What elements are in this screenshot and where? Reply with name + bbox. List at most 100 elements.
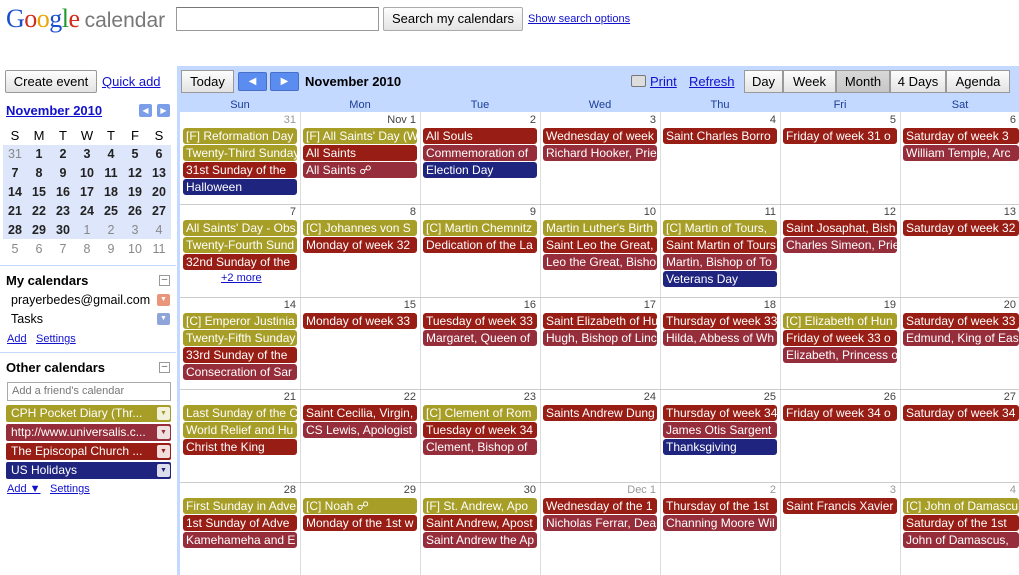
- day-number[interactable]: 18: [660, 299, 776, 311]
- calendar-event[interactable]: Saturday of week 32: [903, 220, 1019, 236]
- other-calendars-settings-link[interactable]: Settings: [50, 483, 90, 495]
- day-number[interactable]: 3: [780, 484, 896, 496]
- mini-calendar-day[interactable]: 13: [147, 163, 171, 183]
- calendar-event[interactable]: Saints Andrew Dung: [543, 405, 657, 421]
- my-calendars-collapse-icon[interactable]: –: [159, 275, 170, 286]
- other-calendar-item-us-holidays[interactable]: US Holidays ▼: [6, 462, 171, 479]
- calendar-event[interactable]: 33rd Sunday of the: [183, 347, 297, 363]
- mini-calendar-day[interactable]: 8: [27, 163, 51, 183]
- day-number[interactable]: 24: [540, 391, 656, 403]
- day-number[interactable]: 15: [300, 299, 416, 311]
- show-search-options-link[interactable]: Show search options: [528, 13, 630, 25]
- calendar-event[interactable]: Clement, Bishop of: [423, 439, 537, 455]
- refresh-link[interactable]: Refresh: [689, 74, 735, 89]
- mini-calendar-day[interactable]: 3: [75, 144, 99, 164]
- create-event-button[interactable]: Create event: [5, 70, 97, 93]
- day-number[interactable]: 29: [300, 484, 416, 496]
- mini-calendar-day[interactable]: 5: [3, 239, 27, 258]
- day-number[interactable]: 17: [540, 299, 656, 311]
- calendar-event[interactable]: Saturday of week 34: [903, 405, 1019, 421]
- calendar-event[interactable]: Thursday of week 34: [663, 405, 777, 421]
- day-number[interactable]: 21: [180, 391, 296, 403]
- mini-calendar-day[interactable]: 11: [147, 239, 171, 258]
- mini-calendar-day[interactable]: 14: [3, 182, 27, 202]
- calendar-event[interactable]: Martin, Bishop of To: [663, 254, 777, 270]
- today-button[interactable]: Today: [181, 70, 234, 93]
- mini-calendar-day[interactable]: 30: [51, 220, 75, 240]
- day-number[interactable]: 4: [660, 114, 776, 126]
- day-number[interactable]: Dec 1: [540, 484, 656, 496]
- day-number[interactable]: 26: [780, 391, 896, 403]
- calendar-options-dropdown-icon[interactable]: ▼: [157, 464, 170, 477]
- day-number[interactable]: 20: [900, 299, 1016, 311]
- calendar-event[interactable]: Commemoration of: [423, 145, 537, 161]
- calendar-event[interactable]: Veterans Day: [663, 271, 777, 287]
- mini-calendar-day[interactable]: 31: [3, 144, 27, 164]
- calendar-event[interactable]: John of Damascus,: [903, 532, 1019, 548]
- day-number[interactable]: 27: [900, 391, 1016, 403]
- day-number[interactable]: 2: [660, 484, 776, 496]
- mini-calendar-day[interactable]: 15: [27, 182, 51, 202]
- mini-calendar-day[interactable]: 24: [75, 201, 99, 221]
- more-events-link[interactable]: +2 more: [221, 272, 262, 284]
- calendar-event[interactable]: All Saints' Day - Obs: [183, 220, 297, 236]
- calendar-event[interactable]: [F] St. Andrew, Apo: [423, 498, 537, 514]
- mini-calendar-day[interactable]: 21: [3, 201, 27, 221]
- calendar-event[interactable]: [C] Emperor Justinia: [183, 313, 297, 329]
- calendar-event[interactable]: Margaret, Queen of: [423, 330, 537, 346]
- day-number[interactable]: 6: [900, 114, 1016, 126]
- calendar-event[interactable]: 1st Sunday of Adve: [183, 515, 297, 531]
- calendar-event[interactable]: Dedication of the La: [423, 237, 537, 253]
- day-number[interactable]: 9: [420, 206, 536, 218]
- view-week-button[interactable]: Week: [783, 70, 836, 93]
- view-month-button[interactable]: Month: [836, 70, 890, 93]
- mini-calendar-day[interactable]: 7: [3, 163, 27, 183]
- my-calendars-settings-link[interactable]: Settings: [36, 333, 76, 345]
- quick-add-link[interactable]: Quick add: [102, 74, 161, 89]
- mini-calendar-day[interactable]: 12: [123, 163, 147, 183]
- day-number[interactable]: 23: [420, 391, 536, 403]
- mini-calendar-month-title[interactable]: November 2010: [6, 103, 102, 118]
- calendar-event[interactable]: Monday of the 1st w: [303, 515, 417, 531]
- mini-calendar-day[interactable]: 11: [99, 163, 123, 183]
- print-link[interactable]: Print: [650, 74, 677, 89]
- mini-calendar-day[interactable]: 10: [123, 239, 147, 258]
- day-number[interactable]: 22: [300, 391, 416, 403]
- calendar-event[interactable]: Saint Andrew, Apost: [423, 515, 537, 531]
- day-number[interactable]: 10: [540, 206, 656, 218]
- search-my-calendars-button[interactable]: Search my calendars: [383, 7, 523, 31]
- calendar-event[interactable]: [F] All Saints' Day (W: [303, 128, 417, 144]
- mini-calendar-day[interactable]: 4: [147, 220, 171, 240]
- mini-calendar-day[interactable]: 27: [147, 201, 171, 221]
- calendar-event[interactable]: Saint Josaphat, Bish: [783, 220, 897, 236]
- other-calendars-collapse-icon[interactable]: –: [159, 362, 170, 373]
- calendar-event[interactable]: Elizabeth, Princess o: [783, 347, 897, 363]
- calendar-event[interactable]: Tuesday of week 34: [423, 422, 537, 438]
- mini-calendar-day[interactable]: 10: [75, 163, 99, 183]
- calendar-event[interactable]: [C] Johannes von S: [303, 220, 417, 236]
- mini-calendar-day[interactable]: 3: [123, 220, 147, 240]
- mini-calendar-day[interactable]: 29: [27, 220, 51, 240]
- calendar-event[interactable]: [C] John of Damascu: [903, 498, 1019, 514]
- mini-next-month-icon[interactable]: ▶: [157, 104, 170, 117]
- calendar-event[interactable]: Saint Leo the Great,: [543, 237, 657, 253]
- other-calendar-item-cph[interactable]: CPH Pocket Diary (Thr... ▼: [6, 405, 171, 422]
- other-calendars-title[interactable]: Other calendars: [6, 360, 105, 375]
- calendar-event[interactable]: World Relief and Hu: [183, 422, 297, 438]
- day-number[interactable]: 31: [180, 114, 296, 126]
- calendar-event[interactable]: Christ the King: [183, 439, 297, 455]
- mini-calendar-day[interactable]: 1: [75, 220, 99, 240]
- mini-calendar-day[interactable]: 28: [3, 220, 27, 240]
- day-number[interactable]: 16: [420, 299, 536, 311]
- calendar-event[interactable]: James Otis Sargent: [663, 422, 777, 438]
- mini-calendar-day[interactable]: 9: [99, 239, 123, 258]
- calendar-event[interactable]: [C] Clement of Rom: [423, 405, 537, 421]
- day-number[interactable]: 19: [780, 299, 896, 311]
- calendar-event[interactable]: 32nd Sunday of the: [183, 254, 297, 270]
- calendar-event[interactable]: All Souls: [423, 128, 537, 144]
- next-period-icon[interactable]: ▶: [270, 72, 299, 91]
- other-calendar-item-universalis[interactable]: http://www.universalis.c... ▼: [6, 424, 171, 441]
- my-calendar-item-tasks[interactable]: Tasks: [11, 312, 43, 326]
- my-calendar-item-primary[interactable]: prayerbedes@gmail.com: [11, 293, 150, 307]
- calendar-event[interactable]: Wednesday of the 1: [543, 498, 657, 514]
